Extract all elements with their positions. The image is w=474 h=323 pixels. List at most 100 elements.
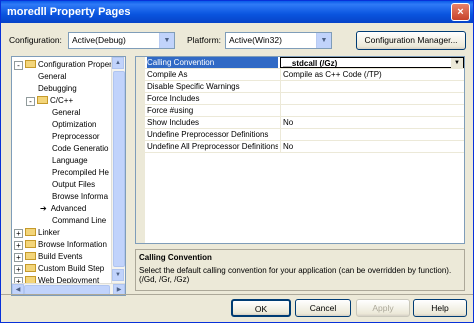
tree-item-label: Custom Build Step xyxy=(38,264,105,273)
tree-item-label: General xyxy=(52,108,81,117)
platform-select[interactable]: Active(Win32) ▼ xyxy=(225,32,332,49)
tree-item-label: Configuration Propertie xyxy=(38,60,121,69)
property-row[interactable]: Force Includes xyxy=(145,93,464,105)
ok-button[interactable]: OK xyxy=(231,299,291,317)
tree-item[interactable]: + Linker xyxy=(14,227,60,239)
configuration-select[interactable]: Active(Debug) ▼ xyxy=(68,32,175,49)
close-button[interactable]: × xyxy=(451,3,470,21)
arrow-marker-icon: ➔ xyxy=(40,204,47,213)
tree-item[interactable]: + Build Events xyxy=(14,251,82,263)
close-icon: × xyxy=(457,6,464,18)
tree-item[interactable]: Optimization xyxy=(52,119,96,131)
tree-item[interactable]: General xyxy=(38,71,66,83)
property-value[interactable] xyxy=(280,105,464,116)
property-name: Calling Convention xyxy=(147,57,278,68)
configuration-label: Configuration: xyxy=(9,35,62,45)
window-title: moredll Property Pages xyxy=(7,6,131,18)
property-row[interactable]: Show Includes No xyxy=(145,117,464,129)
description-text: Select the default calling convention fo… xyxy=(139,266,452,284)
property-tree[interactable]: - Configuration Propertie General Debugging… xyxy=(11,56,126,296)
tree-item[interactable]: ➔ Advanced xyxy=(40,203,86,215)
tree-item[interactable]: Preprocessor xyxy=(52,131,100,143)
tree-item[interactable]: Command Line xyxy=(52,215,106,227)
tree-item-label: Command Line xyxy=(52,216,107,225)
collapse-icon[interactable]: - xyxy=(14,61,23,70)
property-row[interactable]: Undefine All Preprocessor Definitions No xyxy=(145,141,464,153)
tree-item[interactable]: Language xyxy=(52,155,88,167)
tree-vertical-scrollbar[interactable]: ▲ ▼ xyxy=(111,57,125,283)
property-value-text: No xyxy=(283,118,294,127)
property-value[interactable]: No xyxy=(280,141,464,152)
property-value[interactable]: No xyxy=(280,117,464,128)
tree-item-label: Advanced xyxy=(50,204,87,213)
tree-item-label: Language xyxy=(52,156,88,165)
property-value[interactable]: Compile as C++ Code (/TP) xyxy=(280,69,464,80)
scroll-up-icon[interactable]: ▲ xyxy=(112,57,124,69)
tree-item[interactable]: - Configuration Propertie xyxy=(14,59,120,71)
property-name: Undefine Preprocessor Definitions xyxy=(147,130,269,139)
property-row[interactable]: Calling Convention __stdcall (/Gz) ▼ xyxy=(145,57,464,69)
tree-item-label: Output Files xyxy=(52,180,96,189)
tree-item-label: C/C++ xyxy=(50,96,74,105)
tree-item-label: Linker xyxy=(38,228,60,237)
tree-item-label: Preprocessor xyxy=(52,132,100,141)
folder-icon xyxy=(25,252,36,260)
tree-item-label: Debugging xyxy=(38,84,77,93)
dropdown-arrow-icon[interactable]: ▼ xyxy=(451,58,463,68)
property-name: Compile As xyxy=(147,70,188,79)
tree-item[interactable]: Precompiled He xyxy=(52,167,109,179)
tree-item[interactable]: + Custom Build Step xyxy=(14,263,104,275)
property-name: Undefine All Preprocessor Definitions xyxy=(147,142,278,151)
apply-button[interactable]: Apply xyxy=(356,299,410,317)
tree-item-label: Build Events xyxy=(38,252,83,261)
configuration-manager-button[interactable]: Configuration Manager... xyxy=(356,31,466,50)
property-value-text: Compile as C++ Code (/TP) xyxy=(283,70,382,79)
tree-item[interactable]: Output Files xyxy=(52,179,95,191)
expand-icon[interactable]: + xyxy=(14,229,23,238)
property-row[interactable]: Force #using xyxy=(145,105,464,117)
property-row[interactable]: Disable Specific Warnings xyxy=(145,81,464,93)
expand-icon[interactable]: + xyxy=(14,241,23,250)
title-bar: moredll Property Pages × xyxy=(1,1,473,23)
tree-item[interactable]: General xyxy=(52,107,80,119)
tree-item[interactable]: Code Generatio xyxy=(52,143,108,155)
folder-icon xyxy=(37,96,48,104)
property-row[interactable]: Compile As Compile as C++ Code (/TP) xyxy=(145,69,464,81)
property-value[interactable] xyxy=(280,81,464,92)
tree-item-label: Browse Information xyxy=(38,240,107,249)
property-name: Force #using xyxy=(147,106,194,115)
description-panel: Calling Convention Select the default ca… xyxy=(135,249,465,291)
property-value[interactable]: __stdcall (/Gz) ▼ xyxy=(280,57,464,68)
collapse-icon[interactable]: - xyxy=(26,97,35,106)
grid-gutter xyxy=(136,57,145,243)
tree-item-label: Precompiled He xyxy=(52,168,109,177)
expand-icon[interactable]: + xyxy=(14,265,23,274)
folder-icon xyxy=(25,264,36,272)
scroll-down-icon[interactable]: ▼ xyxy=(112,269,124,281)
property-value[interactable] xyxy=(280,93,464,104)
property-row[interactable]: Undefine Preprocessor Definitions xyxy=(145,129,464,141)
configuration-bar: Configuration: Active(Debug) ▼ Platform:… xyxy=(1,31,473,51)
tree-item-label: Optimization xyxy=(52,120,97,129)
property-name: Disable Specific Warnings xyxy=(147,82,240,91)
help-button[interactable]: Help xyxy=(413,299,467,317)
property-value-text: __stdcall (/Gz) xyxy=(283,59,338,68)
tree-item[interactable]: Debugging xyxy=(38,83,77,95)
tree-item[interactable]: Browse Informa xyxy=(52,191,108,203)
property-name: Show Includes xyxy=(147,118,200,127)
property-value-text: No xyxy=(283,142,294,151)
tree-item[interactable]: + Browse Information xyxy=(14,239,107,251)
tree-item[interactable]: - C/C++ xyxy=(26,95,73,107)
expand-icon[interactable]: + xyxy=(14,253,23,262)
tree-item-label: General xyxy=(38,72,67,81)
property-name: Force Includes xyxy=(147,94,200,103)
property-grid: Calling Convention __stdcall (/Gz) ▼ Compil… xyxy=(135,56,465,244)
configuration-value: Active(Debug) xyxy=(72,35,126,45)
property-value[interactable] xyxy=(280,129,464,140)
platform-label: Platform: xyxy=(187,35,222,45)
folder-icon xyxy=(25,228,36,236)
cancel-button[interactable]: Cancel xyxy=(295,299,351,317)
description-title: Calling Convention xyxy=(139,253,212,262)
scroll-thumb[interactable] xyxy=(113,71,125,267)
chevron-down-icon: ▼ xyxy=(159,33,174,48)
